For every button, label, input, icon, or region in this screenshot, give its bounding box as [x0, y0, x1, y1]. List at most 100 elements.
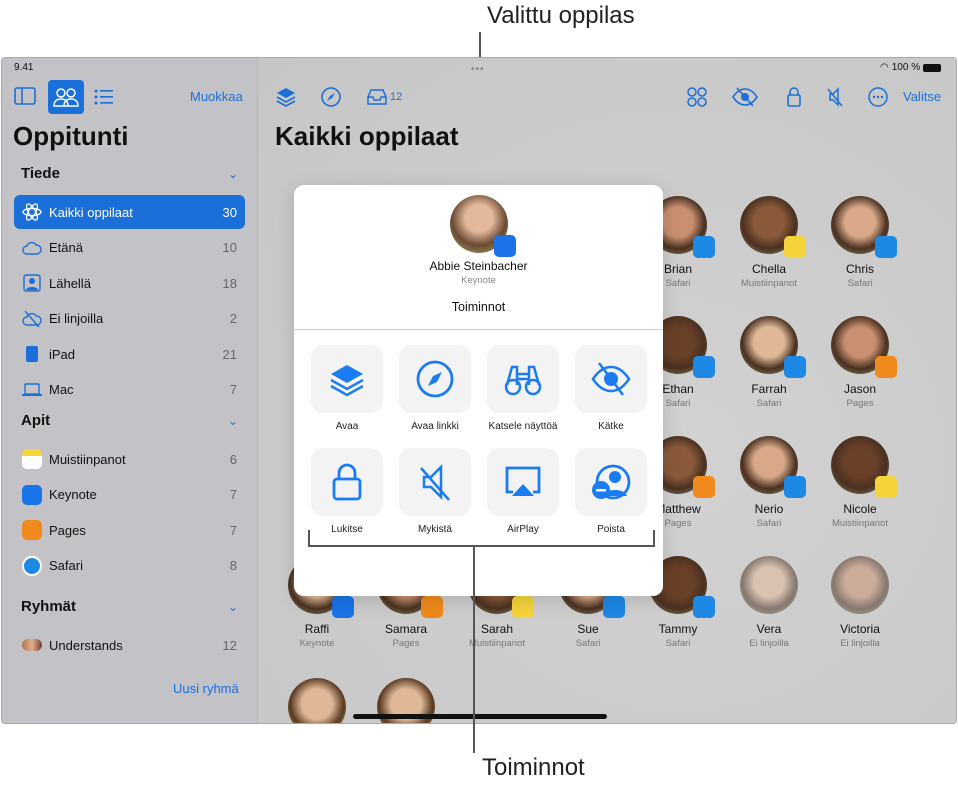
app-badge-icon	[332, 596, 354, 618]
sidebar-item[interactable]: Keynote 7	[14, 478, 245, 512]
hide-icon[interactable]	[732, 86, 758, 108]
action-button[interactable]	[487, 448, 559, 516]
student-tile[interactable]: Chella Muistiinpanot	[724, 196, 814, 289]
student-tile[interactable]	[272, 678, 362, 723]
action-button[interactable]	[399, 448, 471, 516]
wifi-icon: ◠	[880, 62, 889, 73]
student-avatar	[831, 556, 889, 614]
chevron-down-icon[interactable]: ⌄	[228, 414, 238, 428]
sidebar-item[interactable]: Understands 12	[14, 628, 245, 662]
compass-icon	[416, 360, 454, 398]
chevron-down-icon[interactable]: ⌄	[228, 600, 238, 614]
person-square-icon	[22, 273, 42, 293]
app-badge-icon	[603, 596, 625, 618]
action-airplay[interactable]: AirPlay	[486, 448, 560, 535]
student-tile[interactable]: Vera Ei linjoilla	[724, 556, 814, 649]
sidebar-item[interactable]: iPad 21	[14, 337, 245, 371]
mute-icon[interactable]	[824, 86, 846, 108]
actions-heading: Toiminnot	[451, 300, 506, 314]
speaker-slash-icon	[420, 463, 450, 501]
grid-icon[interactable]	[686, 86, 708, 108]
student-tile[interactable]: Farrah Safari	[724, 316, 814, 409]
sidebar-toggle-icon[interactable]	[14, 86, 36, 106]
student-tile[interactable]: Jason Pages	[815, 316, 905, 409]
chevron-down-icon[interactable]: ⌄	[228, 167, 238, 181]
inbox-count: 12	[390, 91, 403, 103]
action-lock[interactable]: Lukitse	[310, 448, 384, 535]
sidebar-item[interactable]: Pages 7	[14, 513, 245, 547]
student-tile[interactable]: Victoria Ei linjoilla	[815, 556, 905, 649]
cloud-person-icon	[22, 238, 42, 258]
multitasking-dots[interactable]: •••	[471, 64, 485, 75]
sidebar-item[interactable]: Ei linjoilla 2	[14, 302, 245, 336]
action-button[interactable]	[311, 345, 383, 413]
people-icon	[53, 88, 79, 107]
app-badge-icon	[875, 356, 897, 378]
action-compass[interactable]: Avaa linkki	[398, 345, 472, 432]
inbox-icon	[367, 89, 387, 105]
action-button[interactable]	[575, 448, 647, 516]
action-binoculars[interactable]: Katsele näyttöä	[486, 345, 560, 432]
action-eye-slash[interactable]: Kätke	[574, 345, 648, 432]
atom-icon	[22, 202, 42, 222]
action-speaker-slash[interactable]: Mykistä	[398, 448, 472, 535]
compass-icon[interactable]	[320, 86, 342, 108]
sidebar: 9.41 Muokkaa Oppitunti Tiede ⌄ Kaikki oppi…	[2, 58, 258, 723]
battery-percent: 100 %	[891, 62, 921, 73]
sidebar-item[interactable]: Muistiinpanot 6	[14, 442, 245, 476]
sidebar-title: Oppitunti	[13, 121, 129, 151]
action-person-remove[interactable]: Poista	[574, 448, 648, 535]
students-view-button[interactable]	[48, 80, 84, 114]
action-button[interactable]	[575, 345, 647, 413]
section-header[interactable]: Tiede	[21, 165, 60, 182]
sidebar-item[interactable]: Etänä 10	[14, 231, 245, 265]
sidebar-item[interactable]: Mac 7	[14, 373, 245, 407]
student-tile[interactable]: Nicole Muistiinpanot	[815, 436, 905, 529]
bracket-bottom	[308, 545, 655, 547]
actions-popover: Abbie Steinbacher Keynote Toiminnot Avaa…	[294, 185, 663, 596]
student-avatar	[831, 316, 897, 378]
selected-student-app: Keynote	[461, 275, 496, 286]
app-badge-icon	[784, 356, 806, 378]
lock-icon	[332, 463, 362, 501]
student-avatar	[740, 436, 806, 498]
select-button[interactable]: Valitse	[903, 89, 941, 104]
app-badge-icon	[693, 236, 715, 258]
student-tile[interactable]: Nerio Safari	[724, 436, 814, 529]
action-button[interactable]	[399, 345, 471, 413]
section-header[interactable]: Ryhmät	[21, 598, 76, 615]
safari-app-icon	[22, 555, 42, 576]
eye-slash-icon	[591, 362, 631, 396]
student-avatar	[831, 196, 897, 258]
sidebar-item[interactable]: Kaikki oppilaat 30	[14, 195, 245, 229]
status-time: 9.41	[14, 62, 34, 73]
action-layers[interactable]: Avaa	[310, 345, 384, 432]
student-avatar	[740, 556, 798, 614]
sidebar-item[interactable]: Lähellä 18	[14, 266, 245, 300]
student-avatar	[740, 196, 806, 258]
laptop-icon	[22, 380, 42, 400]
cloud-slash-icon	[22, 309, 42, 329]
more-icon[interactable]	[867, 86, 889, 108]
open-app-icon[interactable]	[275, 86, 297, 108]
edit-button[interactable]: Muokkaa	[190, 89, 243, 104]
app-badge-icon	[421, 596, 443, 618]
airplay-icon	[505, 466, 541, 496]
pages-app-icon	[22, 520, 42, 540]
new-group-button[interactable]: Uusi ryhmä	[173, 681, 239, 696]
action-button[interactable]	[311, 448, 383, 516]
selected-student-avatar[interactable]	[449, 195, 516, 257]
student-tile[interactable]: Chris Safari	[815, 196, 905, 289]
action-button[interactable]	[487, 345, 559, 413]
ipad-icon	[22, 344, 42, 364]
binoculars-icon	[504, 365, 542, 396]
section-header[interactable]: Apit	[21, 412, 50, 429]
sidebar-item[interactable]: Safari 8	[14, 549, 245, 583]
lock-icon[interactable]	[783, 86, 805, 108]
app-badge-icon	[784, 476, 806, 498]
home-indicator[interactable]	[353, 714, 607, 719]
list-view-icon[interactable]	[94, 88, 114, 106]
layers-icon	[330, 365, 364, 397]
page-title: Kaikki oppilaat	[275, 121, 459, 151]
inbox-button[interactable]: 12	[366, 86, 416, 108]
